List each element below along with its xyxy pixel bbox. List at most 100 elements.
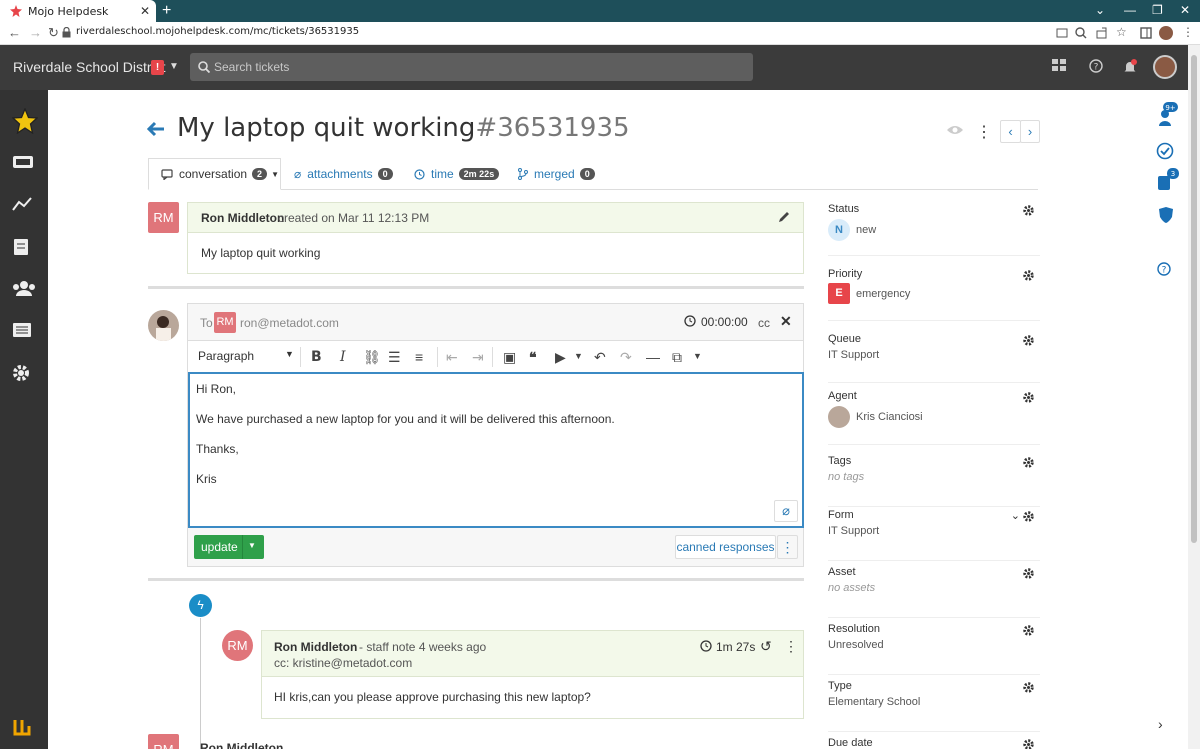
expand-panel-icon[interactable]: › — [1158, 716, 1163, 732]
source-code-icon[interactable]: ⧉ — [672, 349, 682, 366]
history-icon[interactable]: ↺ — [760, 638, 772, 655]
share-icon[interactable] — [1096, 27, 1108, 39]
zoom-icon[interactable] — [1075, 27, 1087, 39]
next-ticket-button[interactable]: › — [1020, 120, 1040, 143]
watch-eye-icon[interactable] — [946, 124, 964, 136]
tab-attachments[interactable]: ⌀ attachments 0 — [294, 158, 393, 190]
knowledge-base-icon[interactable] — [12, 238, 36, 258]
agent-gear-icon[interactable] — [1023, 392, 1034, 403]
type-gear-icon[interactable] — [1023, 682, 1034, 693]
sidebar-toggle-icon[interactable] — [1140, 27, 1152, 39]
tasks-check-icon[interactable] — [1156, 142, 1174, 160]
my-tickets-icon[interactable]: 9+ — [1156, 102, 1178, 128]
help-circle-icon[interactable]: ? — [1157, 262, 1171, 276]
profile-avatar[interactable] — [1159, 26, 1173, 40]
back-arrow-icon[interactable] — [146, 119, 166, 139]
reply-editor[interactable]: Hi Ron, We have purchased a new laptop f… — [188, 372, 804, 528]
queue-icon[interactable]: 3 — [1157, 168, 1181, 192]
update-caret-icon[interactable]: ▼ — [248, 541, 256, 550]
attach-paperclip-icon[interactable]: ⌀ — [774, 500, 798, 522]
url-field[interactable]: riverdaleschool.mojohelpdesk.com/mc/tick… — [76, 26, 359, 37]
settings-gear-icon[interactable] — [12, 364, 36, 384]
new-tab-icon[interactable]: + — [162, 2, 171, 20]
bookmark-star-icon[interactable]: ☆ — [1116, 25, 1128, 39]
browser-menu-icon[interactable]: ⋮ — [1182, 25, 1194, 39]
block-format-select[interactable]: Paragraph — [198, 349, 254, 363]
format-caret-icon[interactable]: ▼ — [285, 349, 294, 359]
window-close-icon[interactable]: ✕ — [1180, 3, 1190, 17]
link-icon[interactable]: ⛓ — [363, 349, 381, 366]
install-icon[interactable] — [1056, 27, 1068, 39]
list-icon[interactable] — [12, 322, 36, 342]
more-caret-icon[interactable]: ▼ — [693, 351, 702, 361]
maximize-icon[interactable]: ❐ — [1152, 3, 1163, 17]
outdent-icon[interactable]: ⇤ — [446, 349, 458, 366]
browser-tab[interactable]: Mojo Helpdesk ✕ — [0, 0, 156, 22]
analytics-icon[interactable] — [12, 196, 36, 216]
notifications-bell-icon[interactable] — [1123, 59, 1139, 75]
type-value[interactable]: Elementary School — [828, 696, 1040, 708]
timer-value[interactable]: 00:00:00 — [701, 315, 748, 329]
user-avatar[interactable] — [1153, 55, 1177, 79]
canned-responses-button[interactable]: canned responses — [675, 535, 776, 559]
close-tab-icon[interactable]: ✕ — [140, 4, 150, 18]
numbered-list-icon[interactable]: ≡ — [415, 349, 423, 365]
resolution-gear-icon[interactable] — [1023, 625, 1034, 636]
recipient-email[interactable]: ron@metadot.com — [240, 316, 339, 330]
forward-icon[interactable]: → — [29, 25, 42, 40]
edit-pencil-icon[interactable] — [778, 211, 790, 223]
status-value[interactable]: new — [856, 224, 876, 236]
form-chevron-icon[interactable]: ⌄ — [1011, 509, 1020, 522]
help-icon[interactable]: ? — [1089, 59, 1103, 73]
close-reply-icon[interactable]: ✕ — [780, 313, 792, 330]
undo-icon[interactable]: ↶ — [594, 349, 606, 366]
search-box[interactable] — [190, 53, 753, 81]
org-name[interactable]: Riverdale School District — [13, 59, 166, 75]
original-author[interactable]: Ron Middleton — [201, 211, 284, 225]
bold-icon[interactable]: B — [311, 349, 322, 365]
queue-value[interactable]: IT Support — [828, 349, 1040, 361]
cc-toggle[interactable]: cc — [758, 316, 770, 330]
prev-ticket-button[interactable]: ‹ — [1000, 120, 1021, 143]
back-icon[interactable]: ← — [8, 25, 21, 40]
tab-search-icon[interactable]: ⌄ — [1095, 3, 1105, 17]
form-value[interactable]: IT Support — [828, 525, 1040, 537]
media-caret-icon[interactable]: ▼ — [574, 351, 583, 361]
apps-grid-icon[interactable] — [1052, 59, 1067, 73]
scrollbar-thumb[interactable] — [1191, 55, 1197, 543]
status-badge[interactable]: N — [828, 219, 850, 241]
tickets-icon[interactable] — [12, 154, 36, 174]
media-icon[interactable]: ▶ — [555, 349, 566, 366]
horizontal-rule-icon[interactable]: — — [646, 349, 660, 365]
status-gear-icon[interactable] — [1023, 205, 1034, 216]
shield-icon[interactable] — [1157, 206, 1175, 224]
redo-icon[interactable]: ↷ — [620, 349, 632, 366]
tab-time[interactable]: time 2m 22s — [414, 158, 500, 190]
search-input[interactable] — [214, 53, 744, 81]
tab-merged[interactable]: merged 0 — [518, 158, 595, 190]
resolution-value[interactable]: Unresolved — [828, 639, 1040, 651]
agent-value[interactable]: Kris Cianciosi — [856, 411, 923, 423]
tab-conversation[interactable]: conversation 2 ▼ — [148, 158, 281, 190]
minimize-icon[interactable]: — — [1124, 3, 1136, 17]
due-date-gear-icon[interactable] — [1023, 739, 1034, 749]
indent-icon[interactable]: ⇥ — [472, 349, 484, 366]
reply-more-icon[interactable]: ⋮ — [777, 535, 798, 559]
italic-icon[interactable]: I — [340, 349, 346, 365]
blockquote-icon[interactable]: ❝ — [529, 349, 537, 366]
org-caret-icon[interactable]: ▼ — [169, 61, 179, 72]
priority-gear-icon[interactable] — [1023, 270, 1034, 281]
bullet-list-icon[interactable]: ☰ — [388, 349, 401, 366]
asset-gear-icon[interactable] — [1023, 568, 1034, 579]
update-button[interactable]: update ▼ — [194, 535, 264, 559]
note-menu-icon[interactable]: ⋮ — [784, 638, 798, 655]
priority-value[interactable]: emergency — [856, 288, 910, 300]
users-icon[interactable] — [12, 280, 36, 300]
image-icon[interactable]: ▣ — [503, 349, 516, 366]
queue-gear-icon[interactable] — [1023, 335, 1034, 346]
note-author[interactable]: Ron Middleton — [274, 640, 357, 654]
reload-icon[interactable]: ↻ — [48, 25, 59, 41]
star-icon[interactable] — [12, 108, 38, 134]
tags-gear-icon[interactable] — [1023, 457, 1034, 468]
next-entry-author[interactable]: Ron Middleton — [200, 741, 283, 749]
